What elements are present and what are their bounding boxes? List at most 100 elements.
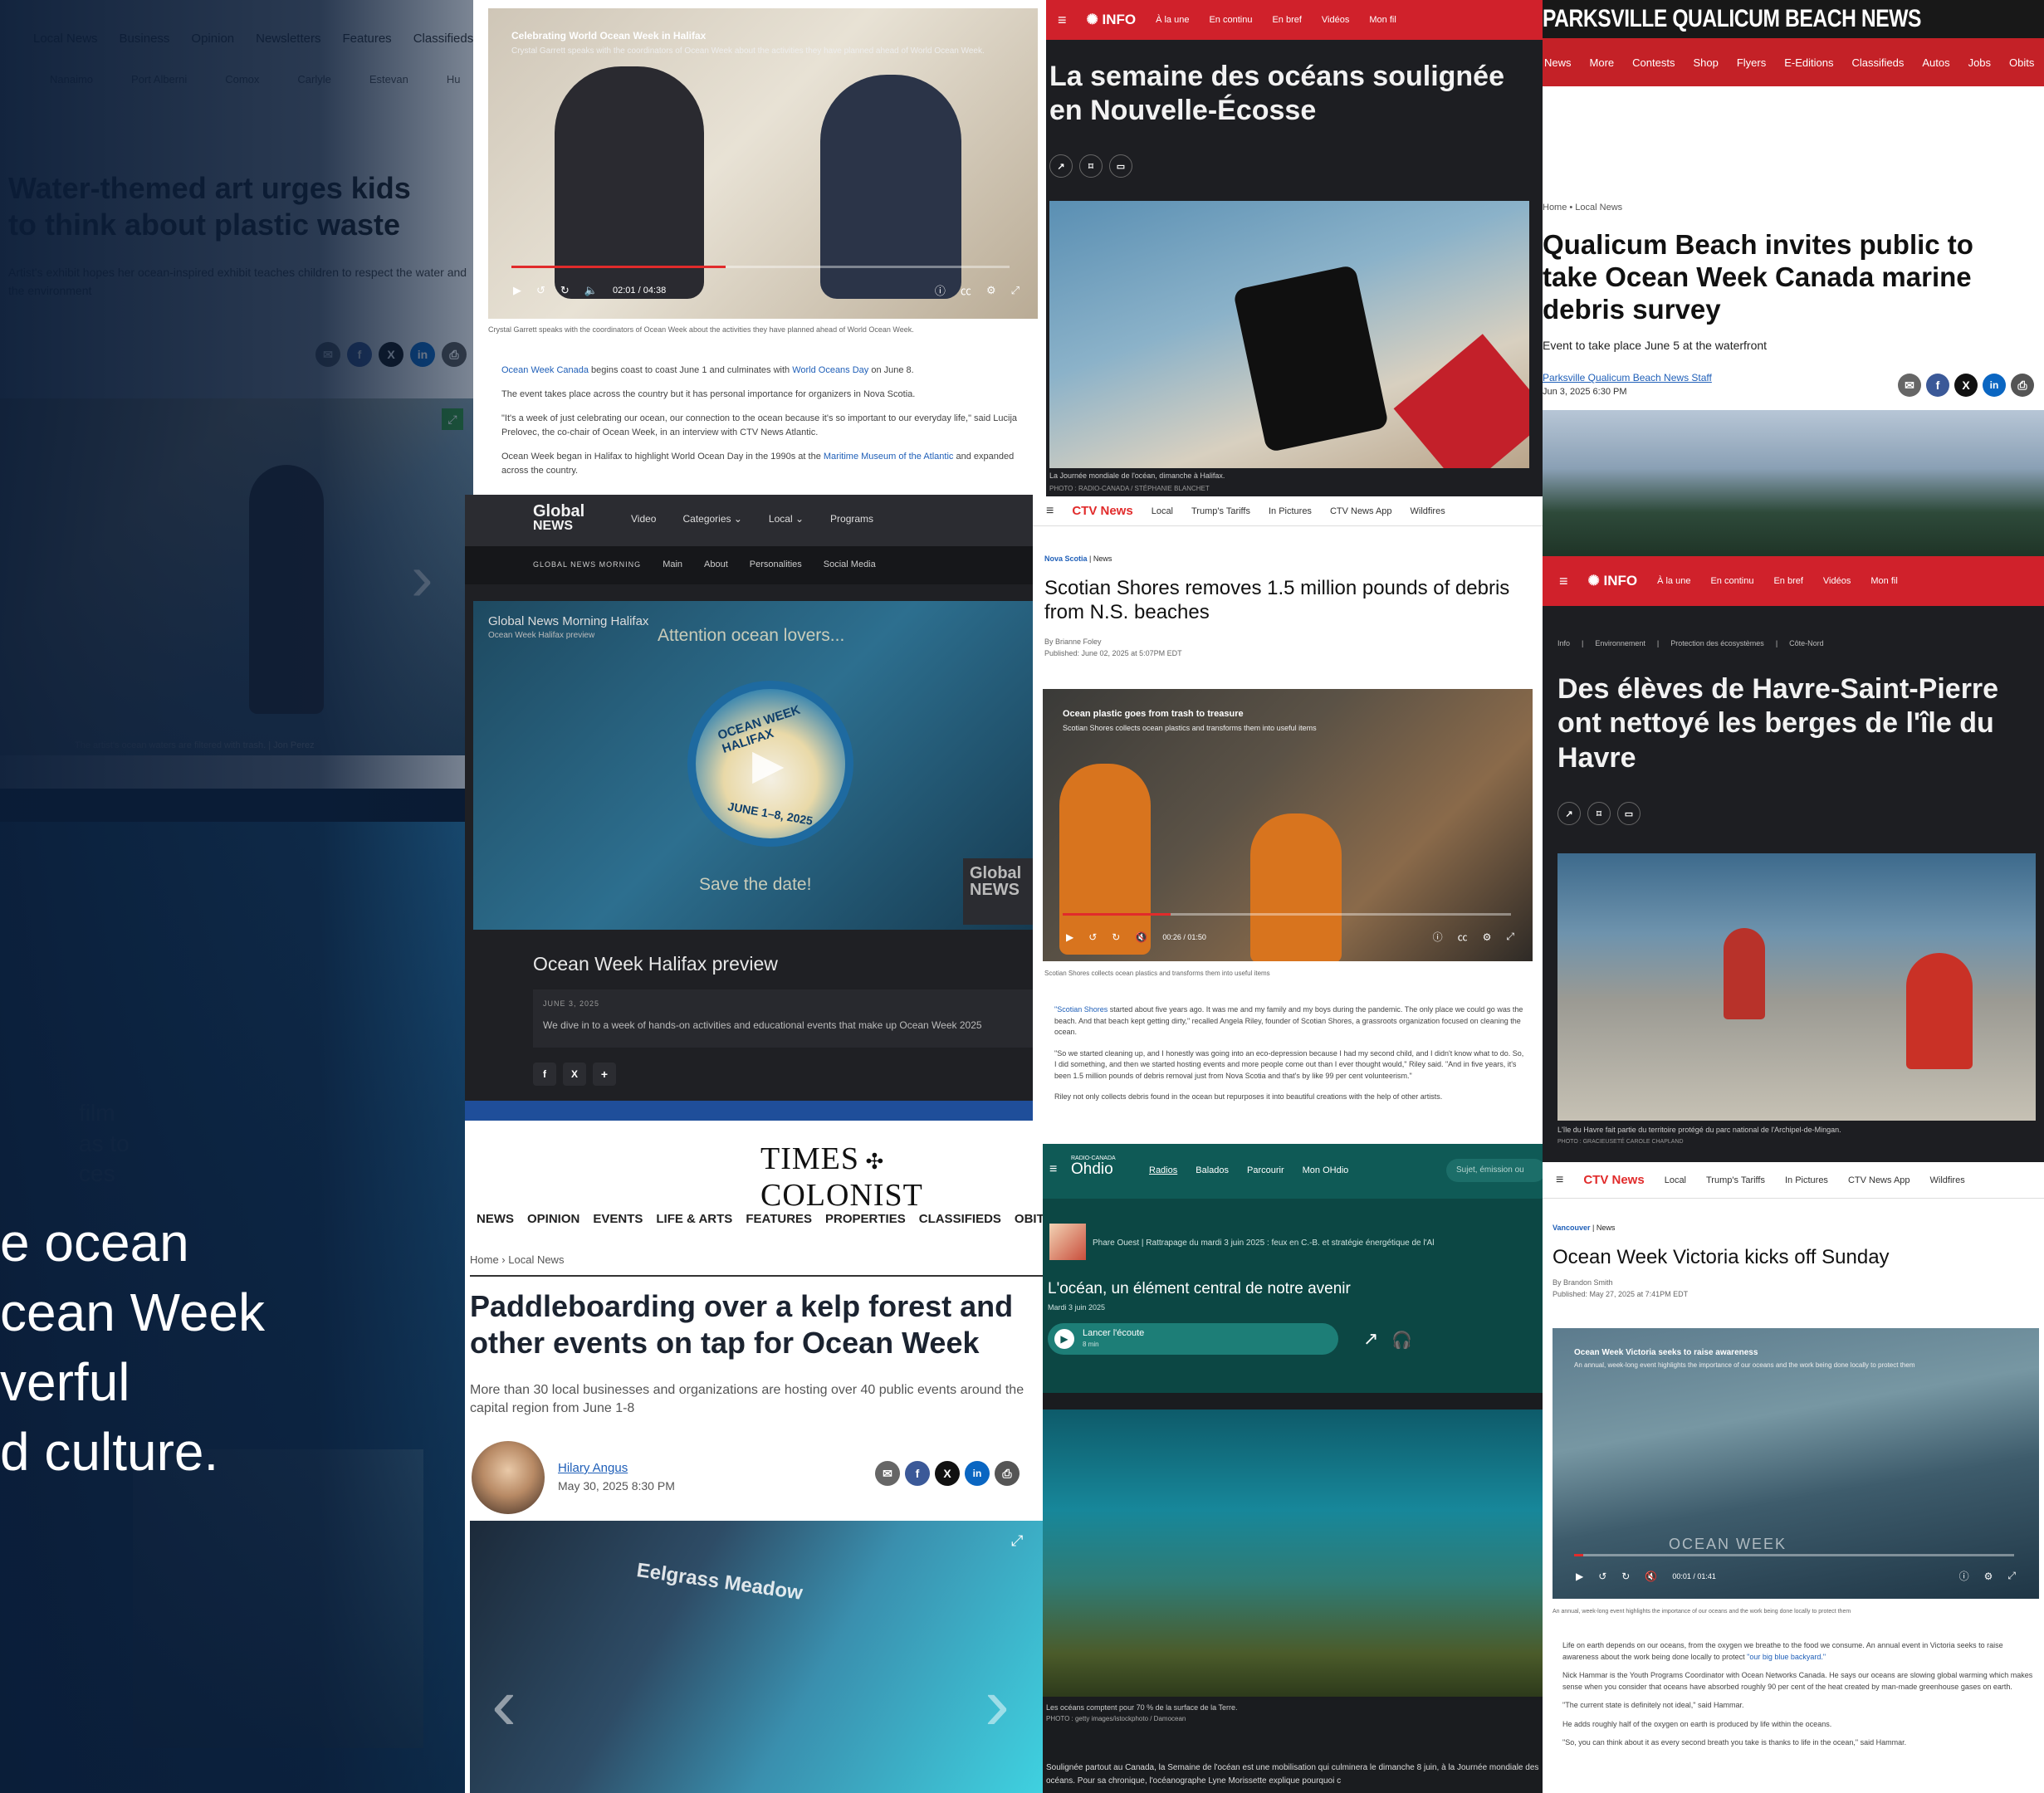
nav-item[interactable]: EVENTS [593, 1212, 643, 1226]
print-icon[interactable]: ⎙ [2011, 374, 2034, 397]
nav-item[interactable]: PROPERTIES [825, 1212, 906, 1226]
nav-item[interactable]: En continu [1209, 15, 1252, 25]
chevron-left-icon[interactable]: ‹ [491, 1662, 516, 1747]
forward-icon[interactable]: ↻ [1112, 931, 1120, 943]
play-icon[interactable]: ▶ [1066, 931, 1073, 943]
rewind-icon[interactable]: ↺ [536, 284, 545, 297]
expand-icon[interactable]: ⤢ [1011, 1532, 1023, 1550]
mute-icon[interactable]: 🔇 [1645, 1571, 1657, 1582]
menu-icon[interactable]: ≡ [1049, 1162, 1057, 1177]
rc-logo[interactable]: ✺ INFO [1588, 573, 1638, 589]
menu-icon[interactable]: ≡ [1046, 504, 1054, 519]
subnav-item[interactable]: Personalities [750, 559, 802, 569]
nav-item[interactable]: À la une [1156, 15, 1189, 25]
subnav-item[interactable]: About [704, 559, 728, 569]
gear-icon[interactable]: ⚙ [986, 284, 996, 297]
section-link[interactable]: Nova Scotia [1044, 555, 1088, 563]
x-icon[interactable]: X [935, 1461, 960, 1486]
share-icon[interactable]: ↗ [1049, 154, 1073, 178]
nav-item[interactable]: In Pictures [1269, 506, 1312, 516]
info-icon[interactable]: ⓘ [1959, 1569, 1969, 1583]
nav-item[interactable]: FEATURES [746, 1212, 812, 1226]
nav-item[interactable]: E-Editions [1784, 56, 1833, 69]
video-player[interactable]: Global News Morning Halifax Ocean Week H… [473, 601, 1033, 930]
rewind-icon[interactable]: ↺ [1088, 931, 1097, 943]
share-icon[interactable]: ↗ [1363, 1328, 1378, 1350]
fullscreen-icon[interactable]: ⤢ [1506, 931, 1514, 943]
tile-f-headline[interactable]: Scotian Shores removes 1.5 million pound… [1044, 576, 1534, 625]
nav-item[interactable]: More [1590, 56, 1615, 69]
subnav-item[interactable]: Main [663, 559, 682, 569]
crumb-item[interactable]: Côte-Nord [1789, 639, 1824, 647]
nav-item[interactable]: OBIT [1015, 1212, 1043, 1226]
crumb-section[interactable]: Local News [508, 1253, 564, 1266]
nav-item[interactable]: LIFE & ARTS [656, 1212, 732, 1226]
nav-item[interactable]: Radios [1149, 1165, 1177, 1175]
play-icon[interactable]: ▶ [1576, 1571, 1583, 1582]
nav-item[interactable]: Local [1665, 1175, 1686, 1185]
crumb-home[interactable]: Home [470, 1253, 499, 1266]
nav-item[interactable]: Categories ⌄ [682, 513, 741, 525]
nav-item[interactable]: Trump's Tariffs [1191, 506, 1250, 516]
nav-item[interactable]: En bref [1272, 15, 1301, 25]
chevron-right-icon[interactable]: › [985, 1662, 1010, 1747]
cc-icon[interactable]: ㏄ [961, 282, 971, 298]
byline[interactable]: By Brandon Smith [1553, 1278, 1613, 1287]
nav-item[interactable]: Contests [1632, 56, 1675, 69]
section-link[interactable]: Vancouver [1553, 1224, 1591, 1232]
nav-item[interactable]: In Pictures [1785, 1175, 1828, 1185]
subnav-item[interactable]: Social Media [824, 559, 876, 569]
nav-item[interactable]: Jobs [1968, 56, 1991, 69]
ctv-logo[interactable]: CTV News [1583, 1173, 1644, 1187]
bookmark-icon[interactable]: ⌑ [1587, 802, 1611, 825]
nav-item[interactable]: News [1544, 56, 1572, 69]
print-icon[interactable]: ⎙ [995, 1461, 1020, 1486]
nav-item[interactable]: Classifieds [413, 32, 473, 46]
nav-item[interactable]: Parcourir [1247, 1165, 1284, 1175]
nav-item[interactable]: Obits [2009, 56, 2034, 69]
info-icon[interactable]: ⓘ [1433, 930, 1443, 944]
nav-item[interactable]: En bref [1773, 576, 1802, 586]
ohdio-logo[interactable]: RADIO-CANADA Ohdio [1071, 1155, 1116, 1177]
crumb-item[interactable]: Environnement [1595, 639, 1645, 647]
nav-item[interactable]: Vidéos [1322, 15, 1349, 25]
chevron-right-icon[interactable]: › [411, 540, 433, 616]
nav-item[interactable]: Shop [1693, 56, 1718, 69]
facebook-icon[interactable]: f [533, 1063, 556, 1086]
nav-item[interactable]: Carlyle [297, 73, 330, 85]
linkedin-icon[interactable]: in [1983, 374, 2006, 397]
link-maritime-museum[interactable]: Maritime Museum of the Atlantic [824, 452, 954, 462]
nav-item[interactable]: À la une [1657, 576, 1690, 586]
video-player[interactable]: Celebrating World Ocean Week in Halifax … [488, 8, 1038, 319]
tc-masthead[interactable]: TIMES ✣ COLONIST [760, 1141, 1043, 1214]
video-player[interactable]: Ocean plastic goes from trash to treasur… [1043, 689, 1533, 961]
gear-icon[interactable]: ⚙ [1984, 1571, 1993, 1582]
bookmark-icon[interactable]: ⌑ [1079, 154, 1103, 178]
nav-item[interactable]: Video [631, 513, 656, 525]
masthead-title[interactable]: PARKSVILLE QUALICUM BEACH NEWS [1543, 5, 1921, 33]
comment-icon[interactable]: ▭ [1109, 154, 1132, 178]
crumb-item[interactable]: Info [1557, 639, 1570, 647]
nav-item[interactable]: Wildfires [1411, 506, 1445, 516]
nav-item[interactable]: Local ⌄ [769, 513, 804, 525]
tile-j-headline[interactable]: Ocean Week Victoria kicks off Sunday [1553, 1245, 2034, 1269]
mute-icon[interactable]: 🔇 [1135, 931, 1147, 943]
nav-item[interactable]: Newsletters [256, 32, 320, 46]
byline[interactable]: By Brianne Foley [1044, 638, 1102, 646]
nav-item[interactable]: Wildfires [1930, 1175, 1965, 1185]
nav-item[interactable]: CTV News App [1848, 1175, 1910, 1185]
progress-bar[interactable] [511, 266, 1010, 268]
nav-item[interactable]: Local [1152, 506, 1173, 516]
play-icon[interactable]: ▶ [752, 740, 784, 789]
comment-icon[interactable]: ▭ [1617, 802, 1641, 825]
menu-icon[interactable]: ≡ [1559, 573, 1568, 590]
link-big-blue-backyard[interactable]: "our big blue backyard." [1747, 1653, 1826, 1661]
menu-icon[interactable]: ≡ [1556, 1173, 1563, 1188]
nav-item[interactable]: Features [342, 32, 391, 46]
nav-item[interactable]: Vidéos [1823, 576, 1851, 586]
email-icon[interactable]: ✉ [875, 1461, 900, 1486]
linkedin-icon[interactable]: in [965, 1461, 990, 1486]
tile-a-headline[interactable]: Water-themed art urges kids to think abo… [8, 170, 440, 243]
nav-item[interactable]: Local News [33, 32, 98, 46]
forward-icon[interactable]: ↻ [560, 284, 570, 297]
